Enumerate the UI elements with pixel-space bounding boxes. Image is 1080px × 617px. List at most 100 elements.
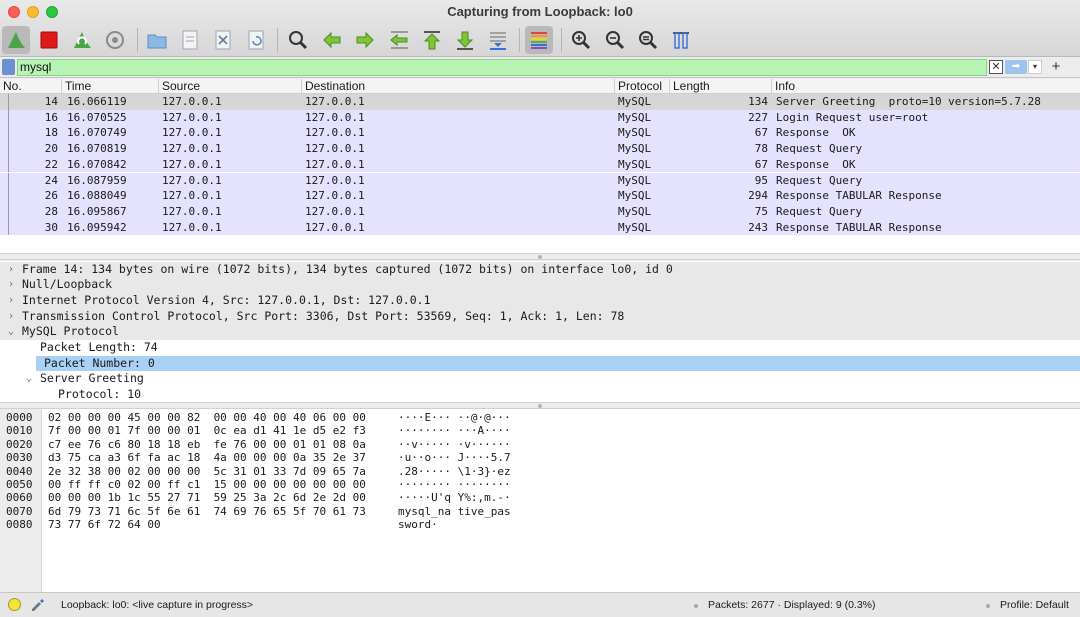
packet-row[interactable]: 16 16.070525 127.0.0.1 127.0.0.1 MySQL 227 Log… [0, 109, 1080, 126]
packet-row[interactable]: 30 16.095942 127.0.0.1 127.0.0.1 MySQL 243 Res… [0, 219, 1080, 236]
zoom-in-button[interactable] [567, 26, 595, 54]
cell-length: 227 [748, 110, 768, 124]
collapse-chevron-icon[interactable]: ⌄ [26, 371, 32, 387]
pane-splitter[interactable] [0, 253, 1080, 260]
column-header-no[interactable]: No. [0, 79, 61, 94]
bytes-ascii[interactable]: sword· [398, 518, 438, 531]
cell-length: 67 [754, 157, 768, 171]
packet-row[interactable]: 20 16.070819 127.0.0.1 127.0.0.1 MySQL 78 Requ… [0, 141, 1080, 157]
expand-chevron-icon[interactable]: › [8, 293, 14, 309]
previous-packet-button[interactable] [318, 26, 346, 54]
capture-comment-icon[interactable] [30, 597, 44, 611]
detail-tree-row[interactable]: › Internet Protocol Version 4, Src: 127.0… [0, 292, 1080, 309]
recent-filters-dropdown[interactable]: ▾ [1028, 60, 1042, 74]
reload-icon [248, 30, 264, 50]
packet-row[interactable]: 28 16.095867 127.0.0.1 127.0.0.1 MySQL 75 Requ… [0, 203, 1080, 220]
column-header-time[interactable]: Time [61, 79, 158, 94]
detail-tree-row[interactable]: › Null/Loopback [0, 277, 1080, 293]
conversation-bracket [8, 188, 9, 204]
cell-info: Server Greeting proto=10 version=5.7.28 [776, 95, 1041, 108]
apply-filter-button[interactable]: ➡ [1005, 60, 1027, 74]
zoom-out-button[interactable] [601, 26, 629, 54]
folder-icon [147, 34, 167, 49]
column-header-destination[interactable]: Destination [301, 79, 614, 94]
detail-tree-text: Packet Length: 74 [40, 340, 158, 354]
column-header-length[interactable]: Length [669, 79, 771, 94]
bytes-ascii[interactable]: ········ ···A···· [398, 424, 511, 437]
save-file-button[interactable] [176, 26, 204, 54]
bytes-offset: 0000 [6, 411, 33, 424]
cell-length: 75 [754, 204, 768, 218]
pane-splitter[interactable] [0, 402, 1080, 409]
arrow-left-icon [323, 31, 341, 49]
bytes-hex[interactable]: 00 00 00 1b 1c 55 27 71 59 25 3a 2c 6d 2… [48, 491, 366, 504]
bytes-ascii[interactable]: ····E··· ··@·@··· [398, 411, 511, 424]
start-capture-button[interactable] [2, 26, 30, 54]
bytes-hex[interactable]: d3 75 ca a3 6f fa ac 18 4a 00 00 00 0a 3… [48, 451, 366, 464]
bytes-ascii[interactable]: ·u··o··· J····5.7 [398, 451, 511, 464]
normal-size-button[interactable] [634, 26, 662, 54]
add-filter-button[interactable]: + [1049, 59, 1063, 75]
colorize-button[interactable] [525, 26, 553, 54]
detail-tree-row[interactable]: › Transmission Control Protocol, Src Port… [0, 308, 1080, 325]
packet-row[interactable]: 18 16.070749 127.0.0.1 127.0.0.1 MySQL 67 Resp… [0, 125, 1080, 142]
go-to-packet-button[interactable] [385, 26, 413, 54]
search-icon [289, 31, 308, 50]
expand-chevron-icon[interactable]: › [8, 309, 14, 325]
cell-length: 67 [754, 126, 768, 140]
packet-row[interactable]: 26 16.088049 127.0.0.1 127.0.0.1 MySQL 294 Res… [0, 188, 1080, 204]
cell-info: Request Query [776, 173, 863, 187]
bytes-hex[interactable]: 2e 32 38 00 02 00 00 00 5c 31 01 33 7d 0… [48, 465, 366, 478]
bytes-ascii[interactable]: mysql_na tive_pas [398, 505, 511, 518]
filter-bookmark-icon[interactable] [2, 59, 15, 75]
detail-tree-row[interactable]: Packet Length: 74 [0, 340, 1080, 356]
column-header-info[interactable]: Info [771, 79, 1080, 94]
find-packet-button[interactable] [284, 26, 312, 54]
status-profile[interactable]: Profile: Default [1000, 593, 1069, 617]
open-file-button[interactable] [143, 26, 171, 54]
bytes-hex[interactable]: 73 77 6f 72 64 00 [48, 518, 161, 531]
cell-length: 294 [748, 189, 768, 203]
bytes-ascii[interactable]: .28····· \1·3}·ez [398, 465, 511, 478]
column-header-protocol[interactable]: Protocol [614, 79, 669, 94]
display-filter-input[interactable]: mysql [17, 59, 987, 76]
bytes-hex[interactable]: c7 ee 76 c6 80 18 18 eb fe 76 00 00 01 0… [48, 438, 366, 451]
packet-row[interactable]: 24 16.087959 127.0.0.1 127.0.0.1 MySQL 95 Requ… [0, 172, 1080, 189]
bytes-ascii[interactable]: ··v····· ·v······ [398, 438, 511, 451]
cell-info: Response OK [776, 126, 856, 140]
capture-options-button[interactable] [101, 26, 129, 54]
detail-tree-row[interactable]: › Frame 14: 134 bytes on wire (1072 bits)… [0, 261, 1080, 278]
clear-filter-button[interactable]: ✕ [989, 60, 1003, 74]
close-file-button[interactable] [209, 26, 237, 54]
status-separator-dot [986, 604, 990, 608]
stop-square-icon [40, 31, 58, 49]
bytes-hex[interactable]: 00 ff ff c0 02 00 ff c1 15 00 00 00 00 0… [48, 478, 366, 491]
expert-info-led-icon[interactable] [8, 598, 21, 611]
packet-row[interactable]: 22 16.070842 127.0.0.1 127.0.0.1 MySQL 67 Resp… [0, 156, 1080, 173]
detail-tree-row[interactable]: ⌄ MySQL Protocol [0, 324, 1080, 340]
bytes-hex[interactable]: 6d 79 73 71 6c 5f 6e 61 74 69 76 65 5f 7… [48, 505, 366, 518]
detail-tree-row[interactable]: Packet Number: 0 [36, 355, 1080, 372]
resize-columns-button[interactable] [667, 26, 695, 54]
bytes-hex[interactable]: 02 00 00 00 45 00 00 82 00 00 40 00 40 0… [48, 411, 366, 424]
reload-file-button[interactable] [242, 26, 270, 54]
detail-tree-row[interactable]: Protocol: 10 [0, 387, 1080, 403]
bytes-ascii[interactable]: ·····U'q Y%:,m.-· [398, 491, 511, 504]
next-packet-button[interactable] [351, 26, 379, 54]
expand-chevron-icon[interactable]: › [8, 262, 14, 278]
autoscroll-button[interactable] [484, 26, 512, 54]
bytes-offset: 0080 [6, 518, 33, 532]
column-header-source[interactable]: Source [158, 79, 301, 94]
stop-capture-button[interactable] [35, 26, 63, 54]
bytes-ascii[interactable]: ········ ········ [398, 478, 511, 491]
restart-capture-button[interactable] [68, 26, 96, 54]
collapse-chevron-icon[interactable]: ⌄ [8, 324, 14, 340]
bytes-hex[interactable]: 7f 00 00 01 7f 00 00 01 0c ea d1 41 1e d… [48, 424, 366, 437]
last-packet-button[interactable] [451, 26, 479, 54]
packet-row[interactable]: 14 16.066119 127.0.0.1 127.0.0.1 MySQL 134 Ser… [0, 94, 1080, 110]
document-icon [182, 30, 198, 50]
detail-tree-row[interactable]: ⌄ Server Greeting [0, 371, 1080, 387]
detail-tree-text: Frame 14: 134 bytes on wire (1072 bits),… [22, 261, 673, 276]
first-packet-button[interactable] [418, 26, 446, 54]
expand-chevron-icon[interactable]: › [8, 277, 14, 293]
